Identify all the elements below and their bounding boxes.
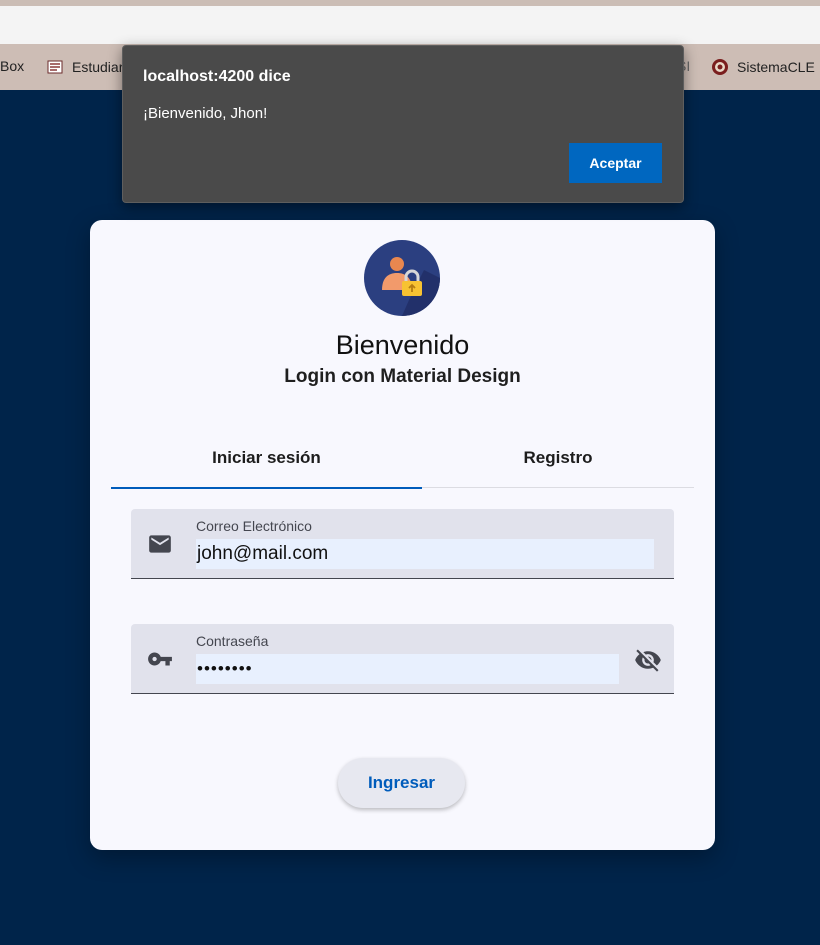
- password-input[interactable]: ••••••••: [196, 654, 619, 684]
- bookmark-sistemacle[interactable]: SistemaCLE: [711, 58, 815, 76]
- bookmark-estudiantes[interactable]: Estudiar: [46, 58, 123, 76]
- password-label: Contraseña: [196, 633, 269, 649]
- alert-title: localhost:4200 dice: [143, 68, 291, 85]
- alert-message: ¡Bienvenido, Jhon!: [143, 105, 268, 122]
- key-icon: [148, 652, 172, 666]
- email-field[interactable]: Correo Electrónico john@mail.com: [131, 509, 674, 579]
- login-subtitle: Login con Material Design: [284, 366, 521, 387]
- ingresar-button[interactable]: Ingresar: [338, 758, 465, 808]
- email-input[interactable]: john@mail.com: [196, 539, 654, 569]
- aceptar-button[interactable]: Aceptar: [569, 143, 662, 183]
- estudiantes-icon: [47, 60, 63, 74]
- auth-tabs: Iniciar sesión Registro: [111, 438, 694, 489]
- email-label: Correo Electrónico: [196, 518, 312, 534]
- password-field[interactable]: Contraseña ••••••••: [131, 624, 674, 694]
- tab-registro[interactable]: Registro: [422, 438, 694, 488]
- sistemacle-icon: [712, 59, 728, 75]
- login-title: Bienvenido: [335, 330, 470, 360]
- address-bar[interactable]: [0, 6, 820, 44]
- mail-icon: [149, 535, 171, 553]
- visibility-off-icon[interactable]: [634, 646, 662, 674]
- tab-iniciar-sesion[interactable]: Iniciar sesión: [111, 438, 422, 489]
- user-lock-icon: [364, 240, 440, 316]
- bookmark-box[interactable]: Box: [0, 58, 24, 74]
- login-card: Bienvenido Login con Material Design Ini…: [90, 220, 715, 850]
- alert-dialog: localhost:4200 dice ¡Bienvenido, Jhon! A…: [122, 45, 684, 203]
